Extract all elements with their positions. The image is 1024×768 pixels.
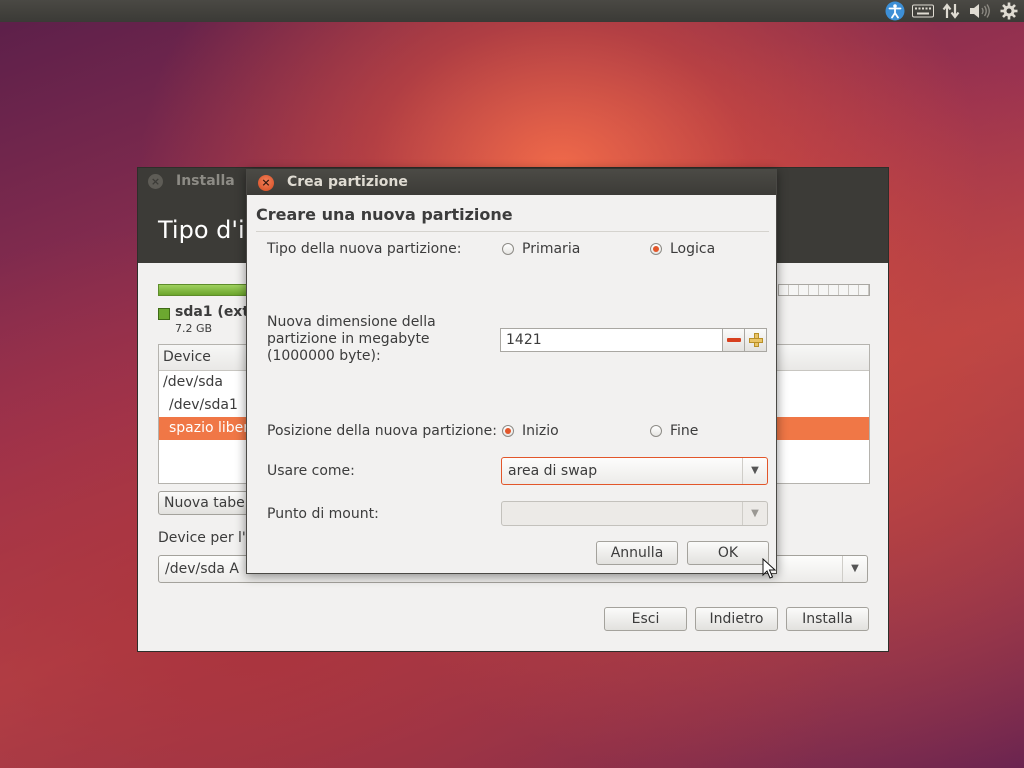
use-as-value: area di swap <box>508 463 598 479</box>
ok-button[interactable]: OK <box>687 541 769 565</box>
back-button[interactable]: Indietro <box>695 607 778 631</box>
legend-swatch <box>158 308 170 320</box>
boot-device-label: Device per l'in <box>158 530 259 546</box>
quit-button[interactable]: Esci <box>604 607 687 631</box>
spin-decrease-button[interactable] <box>722 328 745 352</box>
installer-close-icon[interactable]: × <box>148 174 163 189</box>
boot-device-value: /dev/sda A <box>165 561 240 577</box>
network-icon[interactable] <box>940 0 962 22</box>
mouse-pointer-icon <box>762 557 777 584</box>
radio-off-icon <box>502 243 514 255</box>
legend-size: 7.2 GB <box>175 322 213 335</box>
dialog-heading: Creare una nuova partizione <box>256 205 513 224</box>
accessibility-icon[interactable] <box>884 0 906 22</box>
use-as-combo[interactable]: area di swap ▼ <box>501 457 768 485</box>
type-primary-label: Primaria <box>522 241 581 257</box>
type-primary-radio[interactable]: Primaria <box>502 241 580 257</box>
use-as-label: Usare come: <box>267 463 355 479</box>
partition-type-label: Tipo della nuova partizione: <box>267 241 462 257</box>
install-button[interactable]: Installa <box>786 607 869 631</box>
cancel-button[interactable]: Annulla <box>596 541 678 565</box>
plus-icon <box>748 333 763 347</box>
installer-heading: Tipo d'in <box>158 216 260 244</box>
top-panel <box>0 0 1024 22</box>
mount-point-combo[interactable]: ▼ <box>501 501 768 526</box>
chevron-down-icon: ▼ <box>742 502 767 525</box>
keyboard-icon[interactable] <box>911 0 935 22</box>
spin-increase-button[interactable] <box>744 328 767 352</box>
dialog-titlebar[interactable]: × Crea partizione <box>247 170 776 195</box>
volume-icon[interactable] <box>968 0 992 22</box>
partition-position-label: Posizione della nuova partizione: <box>267 423 497 439</box>
partition-size-spinner: 1421 <box>500 328 768 352</box>
radio-on-icon <box>650 243 662 255</box>
mount-point-label: Punto di mount: <box>267 506 379 522</box>
position-start-radio[interactable]: Inizio <box>502 423 559 439</box>
create-partition-dialog: × Crea partizione Creare una nuova parti… <box>246 169 777 574</box>
partition-size-label: Nuova dimensione della partizione in meg… <box>267 314 436 364</box>
minus-icon <box>726 338 741 342</box>
gear-icon[interactable] <box>998 0 1020 22</box>
partition-bar-used <box>158 284 248 296</box>
dialog-title: Crea partizione <box>287 174 408 190</box>
position-end-radio[interactable]: Fine <box>650 423 698 439</box>
installer-title: Installa <box>176 173 235 189</box>
chevron-down-icon: ▼ <box>842 556 867 582</box>
type-logical-radio[interactable]: Logica <box>650 241 715 257</box>
type-logical-label: Logica <box>670 241 716 257</box>
dialog-separator <box>256 231 769 232</box>
partition-bar-free <box>778 284 870 296</box>
radio-on-icon <box>502 425 514 437</box>
new-partition-table-button[interactable]: Nuova tabell <box>158 491 258 515</box>
dialog-close-icon[interactable]: × <box>258 175 274 191</box>
position-end-label: Fine <box>670 423 699 439</box>
position-start-label: Inizio <box>522 423 559 439</box>
chevron-down-icon: ▼ <box>742 458 767 484</box>
partition-size-input[interactable]: 1421 <box>500 328 723 352</box>
radio-off-icon <box>650 425 662 437</box>
